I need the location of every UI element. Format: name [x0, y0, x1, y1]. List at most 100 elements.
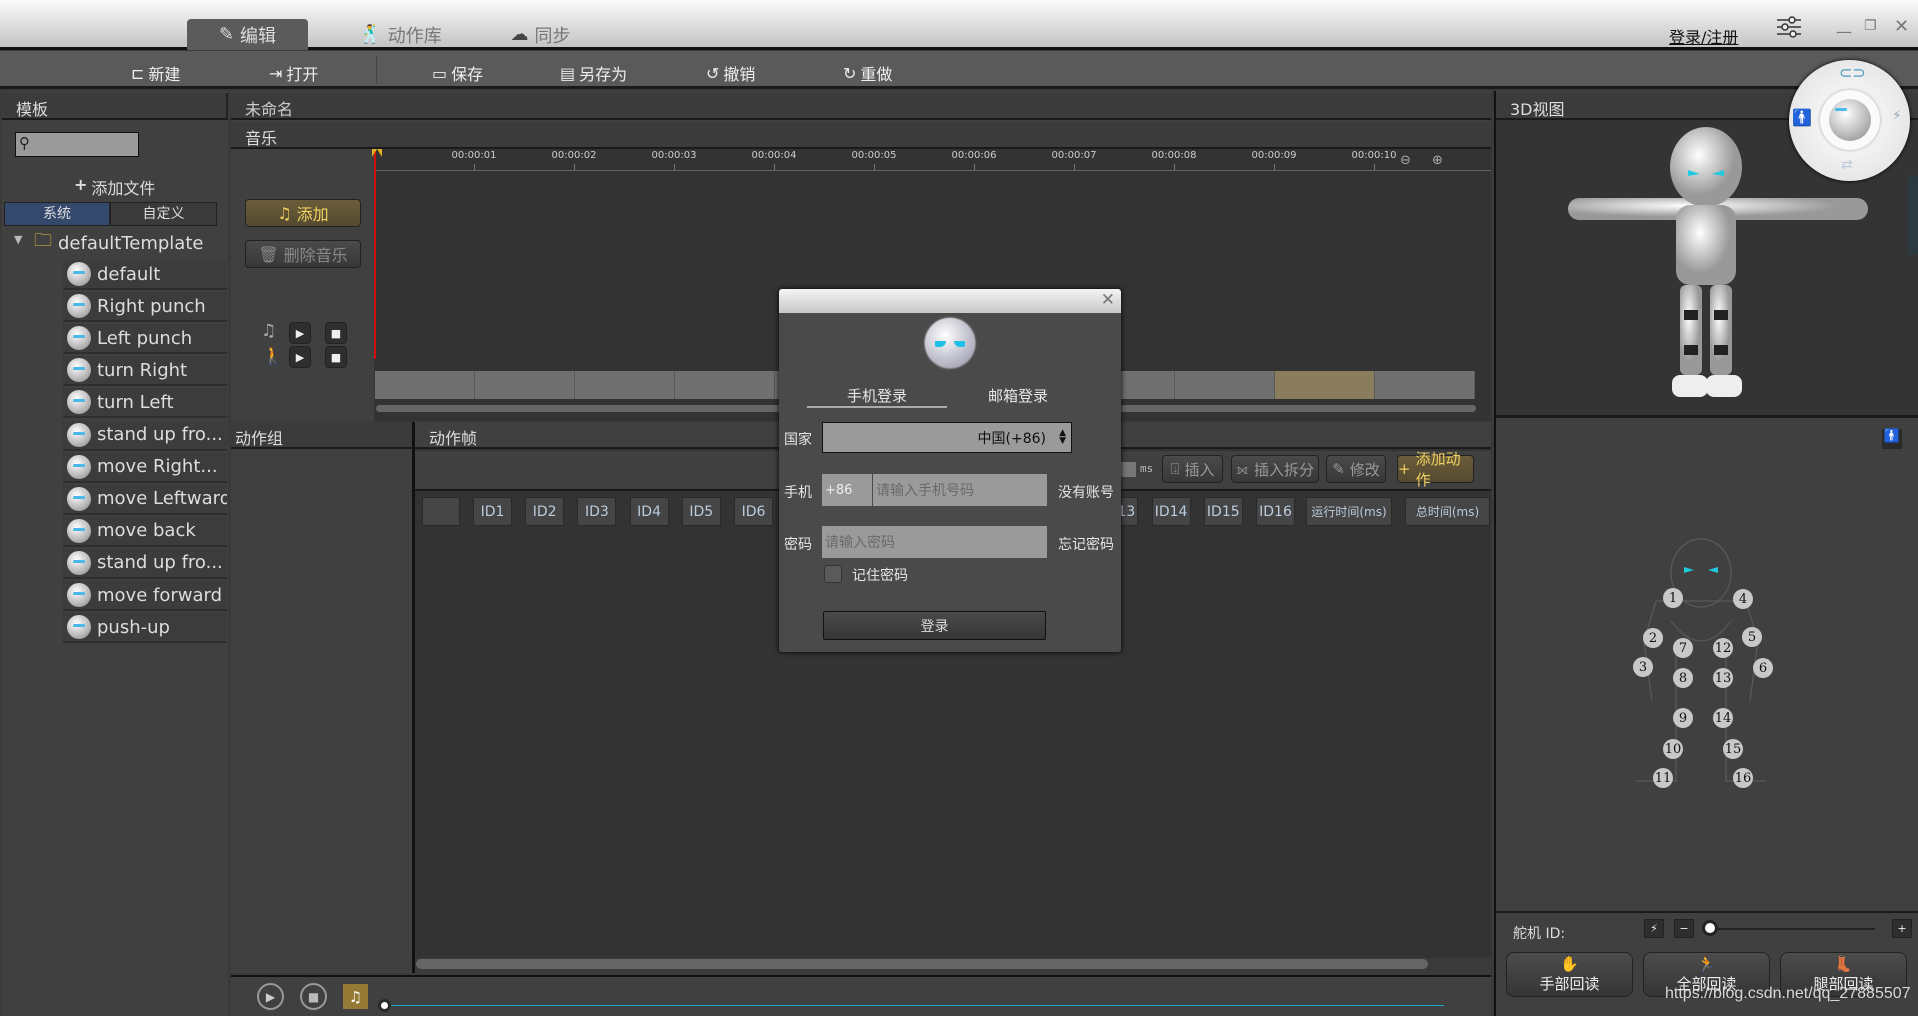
playhead-marker-icon[interactable]	[372, 149, 382, 157]
modify-button[interactable]: ✎ 修改	[1326, 455, 1386, 483]
music-toggle-button[interactable]: ♫	[343, 984, 368, 1009]
save-button[interactable]: ▭ 保存	[432, 61, 483, 85]
template-item[interactable]: turn Left	[63, 388, 227, 419]
link-icon[interactable]: ⊂⊃	[1839, 63, 1866, 82]
login-register-link[interactable]: 登录/注册	[1669, 24, 1738, 48]
increment-button[interactable]: +	[1892, 919, 1912, 938]
collapse-arrow-icon[interactable]: ▼	[14, 233, 22, 246]
servo-slider-track[interactable]	[1710, 928, 1875, 930]
delete-music-button[interactable]: 🗑 删除音乐	[245, 240, 361, 268]
playback-progress-track[interactable]	[384, 1005, 1444, 1006]
template-item[interactable]: Right punch	[63, 292, 227, 323]
restore-button[interactable]: ❐	[1864, 18, 1877, 34]
login-button[interactable]: 登录	[823, 611, 1046, 640]
tab-edit[interactable]: ✎ 编辑	[187, 19, 308, 50]
no-account-link[interactable]: 没有账号	[1058, 482, 1114, 502]
robot-connection-widget[interactable]: ⊂⊃ 🚹 ⚡ ⇄	[1789, 60, 1910, 181]
power-button[interactable]: ⚡	[1644, 919, 1664, 938]
servo-13[interactable]: 13	[1713, 668, 1733, 688]
music-stop-button[interactable]: ■	[325, 322, 347, 344]
servo-11[interactable]: 11	[1653, 768, 1673, 788]
add-music-button[interactable]: ♫ 添加	[245, 199, 361, 227]
action-stop-button[interactable]: ■	[325, 346, 347, 368]
insert-button[interactable]: ⍗ 插入	[1162, 455, 1223, 483]
add-action-button[interactable]: + 添加动作	[1397, 450, 1474, 489]
servo-15[interactable]: 15	[1723, 739, 1743, 759]
zoom-out-icon[interactable]: ⊖	[1400, 153, 1411, 168]
playhead[interactable]	[374, 149, 376, 359]
playback-progress-handle[interactable]	[378, 999, 391, 1012]
tab-system[interactable]: 系统	[4, 202, 110, 226]
tab-sync[interactable]: ☁ 同步	[480, 19, 601, 50]
track-segment[interactable]	[675, 371, 775, 399]
read-hand-button[interactable]: ✋ 手部回读	[1506, 952, 1633, 997]
close-button[interactable]: ✕	[1894, 16, 1909, 37]
track-segment[interactable]	[1375, 371, 1475, 399]
servo-3[interactable]: 3	[1633, 657, 1653, 677]
servo-9[interactable]: 9	[1673, 708, 1693, 728]
servo-7[interactable]: 7	[1673, 638, 1693, 658]
servo-8[interactable]: 8	[1673, 668, 1693, 688]
redo-button[interactable]: ↻ 重做	[843, 61, 892, 85]
template-item[interactable]: Left punch	[63, 324, 227, 355]
servo-4[interactable]: 4	[1733, 589, 1753, 609]
tab-custom[interactable]: 自定义	[110, 202, 217, 226]
template-item[interactable]: default	[63, 260, 227, 290]
servo-14[interactable]: 14	[1713, 708, 1733, 728]
dialog-close-button[interactable]: ✕	[1101, 290, 1115, 310]
template-item[interactable]: move back	[63, 516, 227, 547]
servo-12[interactable]: 12	[1713, 638, 1733, 658]
track-segment[interactable]	[1275, 371, 1375, 399]
insert-split-button[interactable]: ⟗ 插入拆分	[1231, 455, 1319, 483]
country-select[interactable]: 中国(+86) ▲ ▼	[822, 422, 1072, 453]
servo-1[interactable]: 1	[1663, 588, 1683, 608]
servo-2[interactable]: 2	[1643, 628, 1663, 648]
frame-horizontal-scrollbar[interactable]	[416, 959, 1428, 969]
settings-sliders-icon[interactable]	[1776, 16, 1802, 38]
lightning-off-icon[interactable]: ⚡	[1892, 108, 1902, 124]
track-segment[interactable]	[1175, 371, 1275, 399]
servo-10[interactable]: 10	[1663, 739, 1683, 759]
new-button[interactable]: ⊏ 新建	[131, 61, 180, 85]
servo-16[interactable]: 16	[1733, 768, 1753, 788]
action-play-button[interactable]: ▶	[289, 346, 311, 368]
servo-6[interactable]: 6	[1753, 658, 1773, 678]
ms-checkbox[interactable]	[1121, 462, 1136, 477]
phone-input[interactable]: 请输入手机号码	[873, 474, 1047, 506]
forgot-password-link[interactable]: 忘记密码	[1058, 534, 1114, 554]
tab-action-library[interactable]: 🕺 动作库	[340, 19, 461, 50]
phone-prefix[interactable]: +86	[822, 474, 872, 506]
add-file-button[interactable]: + 添加文件	[74, 175, 155, 199]
track-segment[interactable]	[475, 371, 575, 399]
track-segment[interactable]	[575, 371, 675, 399]
undo-button[interactable]: ↺ 撤销	[706, 61, 755, 85]
remember-checkbox[interactable]	[824, 565, 842, 583]
password-input[interactable]: 请输入密码	[822, 526, 1047, 558]
template-search-input[interactable]: ⚲	[15, 132, 139, 157]
tab-phone-login[interactable]: 手机登录	[807, 385, 947, 406]
tab-email-login[interactable]: 邮箱登录	[948, 385, 1088, 406]
tree-folder-defaulttemplate[interactable]: 🗀 defaultTemplate	[34, 228, 228, 258]
template-item[interactable]: stand up fro...	[63, 420, 227, 451]
track-segment[interactable]	[375, 371, 475, 399]
disconnect-icon[interactable]: ⇄	[1841, 157, 1853, 173]
template-item[interactable]: push-up	[63, 613, 227, 644]
person-view-icon[interactable]: 🚹	[1882, 429, 1902, 449]
open-button[interactable]: ⇥ 打开	[269, 61, 318, 85]
template-item[interactable]: move Right...	[63, 452, 227, 483]
zoom-in-icon[interactable]: ⊕	[1432, 153, 1443, 168]
template-item[interactable]: turn Right	[63, 356, 227, 387]
person-icon[interactable]: 🚹	[1792, 108, 1812, 127]
decrement-button[interactable]: −	[1674, 919, 1694, 938]
play-button[interactable]: ▶	[257, 983, 284, 1010]
servo-slider-handle[interactable]	[1702, 920, 1718, 936]
servo-5[interactable]: 5	[1742, 627, 1762, 647]
music-play-button[interactable]: ▶	[289, 322, 311, 344]
minimize-button[interactable]: —	[1836, 22, 1852, 41]
stop-button[interactable]: ■	[300, 983, 327, 1010]
side-handle[interactable]	[1908, 175, 1918, 255]
template-item[interactable]: move forward	[63, 581, 227, 611]
save-as-button[interactable]: ▤ 另存为	[560, 61, 627, 85]
template-item[interactable]: stand up fro...	[63, 548, 227, 579]
template-item[interactable]: move Leftward	[63, 484, 227, 515]
